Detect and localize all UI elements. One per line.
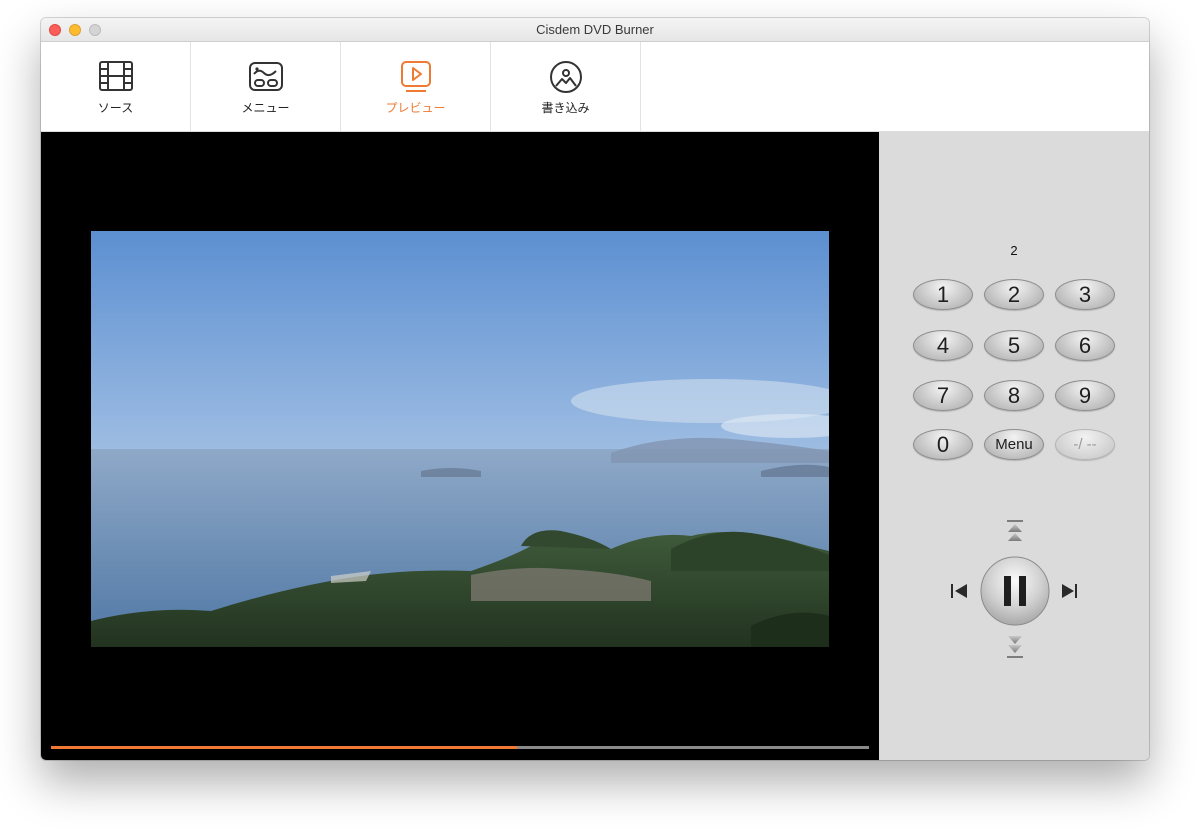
menu-layout-icon bbox=[249, 62, 283, 91]
key-4-button[interactable]: 4 bbox=[913, 330, 973, 361]
remote-control-panel: 2 1 2 3 4 5 6 7 8 9 0 Menu -/ -- bbox=[879, 132, 1149, 760]
main-toolbar: ソース メニュー プレビュー 書き込み bbox=[41, 42, 1149, 132]
film-icon bbox=[99, 61, 133, 91]
app-window: Cisdem DVD Burner ソース メニュー プレビュー 書き込み 2 … bbox=[41, 18, 1149, 760]
key-5-button[interactable]: 5 bbox=[984, 330, 1044, 361]
burn-disc-icon bbox=[550, 61, 582, 93]
previous-icon[interactable] bbox=[951, 584, 967, 598]
key-7-button[interactable]: 7 bbox=[913, 380, 973, 411]
tab-menu-label: メニュー bbox=[241, 101, 290, 115]
remote-display-number: 2 bbox=[1010, 243, 1018, 258]
tab-menu[interactable]: メニュー bbox=[191, 42, 341, 131]
video-landscape-image bbox=[91, 231, 829, 647]
key-6-button[interactable]: 6 bbox=[1055, 330, 1115, 361]
tab-preview-label: プレビュー bbox=[385, 101, 446, 115]
digit-toggle-button[interactable]: -/ -- bbox=[1055, 429, 1115, 460]
skip-down-icon[interactable] bbox=[1007, 636, 1023, 658]
tab-preview[interactable]: プレビュー bbox=[341, 42, 491, 131]
key-8-button[interactable]: 8 bbox=[984, 380, 1044, 411]
preview-stage bbox=[41, 132, 879, 760]
key-1-button[interactable]: 1 bbox=[913, 279, 973, 310]
menu-button[interactable]: Menu bbox=[984, 429, 1044, 460]
play-preview-icon bbox=[401, 61, 431, 92]
navigation-controls bbox=[951, 520, 1077, 658]
window-title: Cisdem DVD Burner bbox=[536, 22, 654, 37]
key-0-button[interactable]: 0 bbox=[913, 429, 973, 460]
next-icon[interactable] bbox=[1062, 584, 1077, 598]
tab-burn[interactable]: 書き込み bbox=[491, 42, 641, 131]
playback-progress-bar[interactable] bbox=[51, 746, 869, 749]
key-9-button[interactable]: 9 bbox=[1055, 380, 1115, 411]
key-3-button[interactable]: 3 bbox=[1055, 279, 1115, 310]
video-frame[interactable] bbox=[91, 231, 829, 647]
key-2-button[interactable]: 2 bbox=[984, 279, 1044, 310]
pause-icon[interactable] bbox=[980, 556, 1050, 626]
tab-source-label: ソース bbox=[97, 101, 134, 115]
skip-up-icon[interactable] bbox=[1007, 520, 1023, 541]
title-bar: Cisdem DVD Burner bbox=[41, 18, 1149, 42]
tab-source[interactable]: ソース bbox=[41, 42, 191, 131]
tab-burn-label: 書き込み bbox=[541, 101, 590, 115]
playback-progress-fill bbox=[51, 746, 518, 749]
